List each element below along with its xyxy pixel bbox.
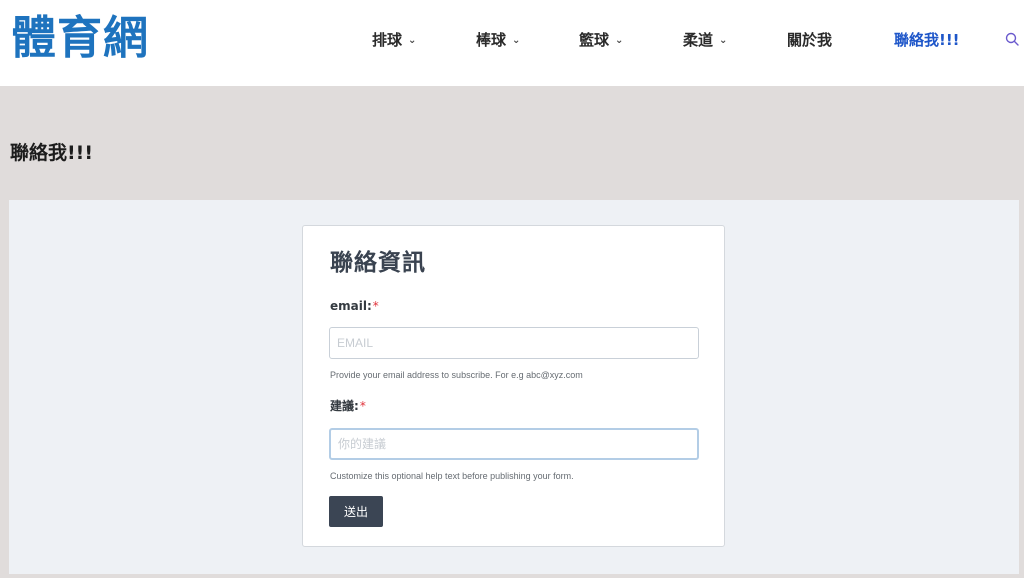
- nav-item-label: 關於我: [787, 31, 833, 49]
- nav-item-about[interactable]: 關於我: [787, 29, 832, 51]
- form-title: 聯絡資訊: [330, 250, 426, 276]
- email-label-text: email:: [330, 299, 372, 313]
- chevron-down-icon: ⌄: [512, 35, 521, 46]
- nav-item-label: 排球: [372, 31, 403, 49]
- nav-item-judo[interactable]: 柔道 ⌄: [683, 29, 727, 54]
- suggestion-field[interactable]: [329, 428, 699, 460]
- chevron-down-icon: ⌄: [408, 35, 417, 46]
- nav-item-basketball[interactable]: 籃球 ⌄: [579, 29, 623, 54]
- nav-item-contact[interactable]: 聯絡我!!!: [894, 29, 960, 51]
- contact-form: 聯絡資訊 email:* Provide your email address …: [302, 225, 725, 547]
- suggestion-label-text: 建議:: [330, 399, 359, 413]
- page-title: 聯絡我!!!: [10, 142, 93, 164]
- nav-item-label: 柔道: [683, 31, 714, 49]
- main-nav: 排球 ⌄ 棒球 ⌄ 籃球 ⌄ 柔道 ⌄ 關於我 聯絡我!!!: [0, 29, 1024, 51]
- page-header-band: [0, 86, 1024, 200]
- nav-item-baseball[interactable]: 棒球 ⌄: [476, 29, 520, 54]
- site-header: 體育網 排球 ⌄ 棒球 ⌄ 籃球 ⌄ 柔道 ⌄ 關於我 聯絡我!!!: [0, 0, 1024, 86]
- suggestion-label: 建議:*: [330, 398, 366, 414]
- chevron-down-icon: ⌄: [719, 35, 728, 46]
- suggestion-help-text: Customize this optional help text before…: [330, 471, 574, 481]
- nav-item-label: 籃球: [579, 31, 610, 49]
- nav-item-volleyball[interactable]: 排球 ⌄: [372, 29, 416, 54]
- submit-button[interactable]: 送出: [329, 496, 383, 527]
- nav-item-label: 棒球: [476, 31, 507, 49]
- required-marker: *: [359, 399, 366, 413]
- email-label: email:*: [330, 298, 379, 314]
- email-field[interactable]: [329, 327, 699, 359]
- chevron-down-icon: ⌄: [615, 35, 624, 46]
- email-help-text: Provide your email address to subscribe.…: [330, 370, 583, 380]
- required-marker: *: [372, 299, 379, 313]
- search-icon[interactable]: [1005, 32, 1019, 46]
- nav-item-label: 聯絡我!!!: [894, 31, 960, 49]
